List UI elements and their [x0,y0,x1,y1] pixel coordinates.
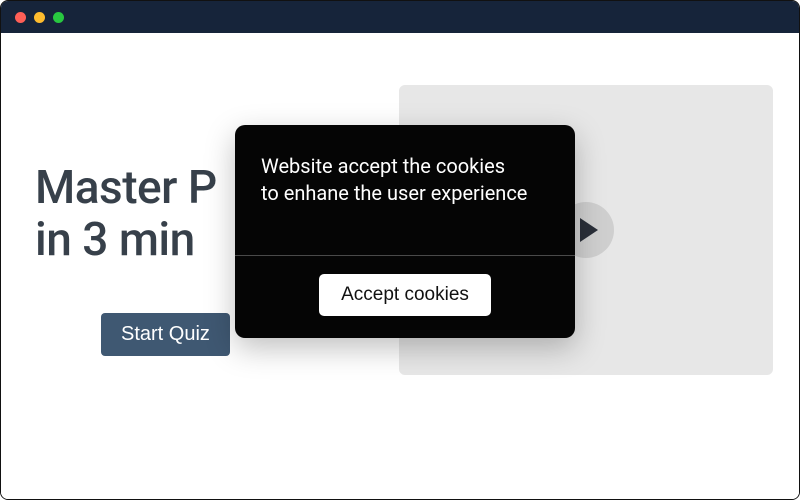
maximize-icon[interactable] [53,12,64,23]
hero-title-line2: in 3 min [35,213,195,267]
page-content: Master P in 3 min Start Quiz Website acc… [1,33,799,499]
minimize-icon[interactable] [34,12,45,23]
hero-title: Master P in 3 min [35,163,217,266]
accept-cookies-button[interactable]: Accept cookies [319,274,491,316]
close-icon[interactable] [15,12,26,23]
window-titlebar [1,1,799,33]
window-controls [15,12,64,23]
cookie-consent-modal: Website accept the cookies to enhane the… [235,125,575,338]
play-icon [580,218,598,242]
cookie-actions: Accept cookies [235,256,575,338]
cookie-message: Website accept the cookies to enhane the… [235,125,575,256]
browser-window: Master P in 3 min Start Quiz Website acc… [0,0,800,500]
hero-title-line1: Master P [35,161,217,215]
start-quiz-button[interactable]: Start Quiz [101,313,230,356]
